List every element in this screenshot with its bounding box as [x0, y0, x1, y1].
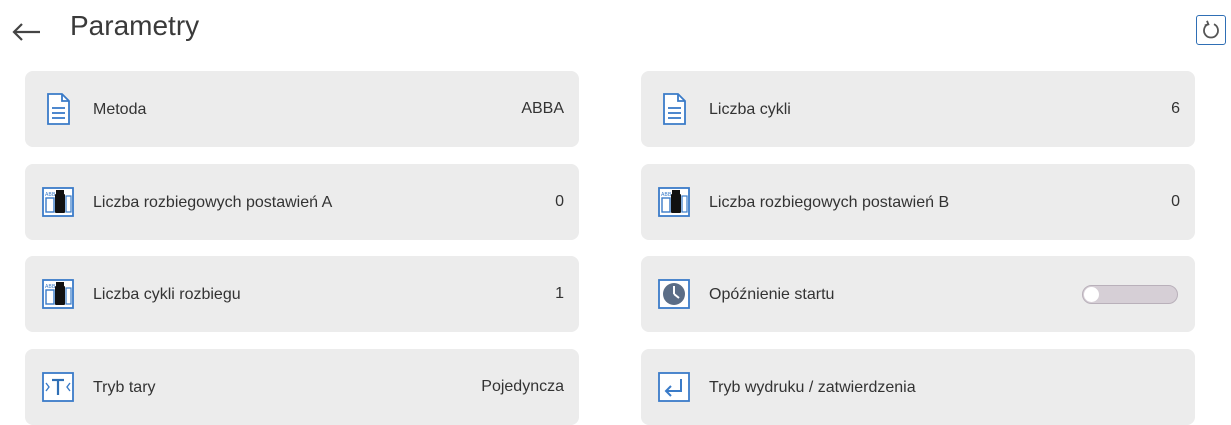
- document-icon: [41, 91, 75, 127]
- weights-icon: ABB: [41, 276, 75, 312]
- page-title: Parametry: [70, 10, 200, 41]
- param-rozbiegowe-b[interactable]: ABB Liczba rozbiegowych postawień B 0: [641, 164, 1195, 240]
- param-label: Tryb tary: [93, 378, 156, 396]
- left-arrow-icon: [12, 23, 40, 41]
- param-label: Liczba cykli rozbiegu: [93, 285, 241, 303]
- param-rozbiegowe-a[interactable]: ABB Liczba rozbiegowych postawień A 0: [25, 164, 579, 240]
- toggle-knob: [1084, 287, 1099, 302]
- weights-icon: ABB: [657, 184, 691, 220]
- param-value: Pojedyncza: [481, 378, 564, 395]
- param-metoda[interactable]: Metoda ABBA: [25, 71, 579, 147]
- param-tryb-wydruku[interactable]: Tryb wydruku / zatwierdzenia: [641, 349, 1195, 425]
- document-icon: [657, 91, 691, 127]
- param-label: Liczba rozbiegowych postawień A: [93, 193, 333, 211]
- param-opoznienie-startu[interactable]: Opóźnienie startu: [641, 256, 1195, 332]
- param-value: ABBA: [521, 100, 564, 117]
- tare-icon: [41, 369, 75, 405]
- delay-toggle[interactable]: [1082, 285, 1178, 304]
- param-label: Opóźnienie startu: [709, 285, 835, 303]
- param-value: 6: [1171, 100, 1180, 117]
- clock-icon: [657, 276, 691, 312]
- param-value: 0: [555, 193, 564, 210]
- param-tryb-tary[interactable]: Tryb tary Pojedyncza: [25, 349, 579, 425]
- param-cykle-rozbiegu[interactable]: ABB Liczba cykli rozbiegu 1: [25, 256, 579, 332]
- param-value: 0: [1171, 193, 1180, 210]
- param-label: Tryb wydruku / zatwierdzenia: [709, 378, 916, 396]
- param-liczba-cykli[interactable]: Liczba cykli 6: [641, 71, 1195, 147]
- enter-icon: [657, 369, 691, 405]
- svg-text:ABB: ABB: [45, 192, 56, 198]
- reset-button[interactable]: [1196, 15, 1226, 45]
- param-value: 1: [555, 285, 564, 302]
- svg-text:ABB: ABB: [661, 192, 672, 198]
- svg-text:ABB: ABB: [45, 284, 56, 290]
- back-button[interactable]: [10, 14, 42, 46]
- param-label: Metoda: [93, 100, 147, 118]
- param-label: Liczba rozbiegowych postawień B: [709, 193, 950, 211]
- header: Parametry: [0, 0, 1231, 62]
- param-label: Liczba cykli: [709, 100, 791, 118]
- weights-icon: ABB: [41, 184, 75, 220]
- refresh-icon: [1203, 20, 1219, 39]
